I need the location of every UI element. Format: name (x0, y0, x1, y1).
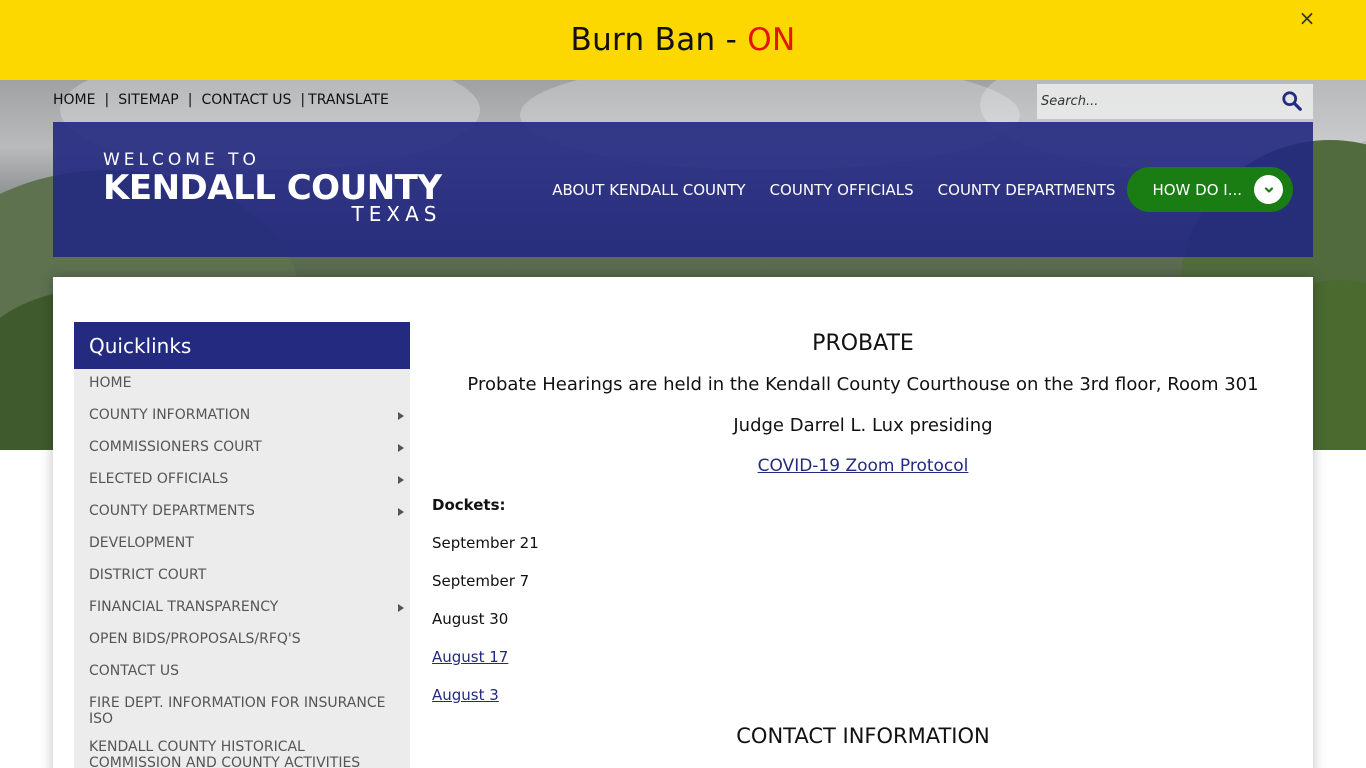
quicklinks-sidebar: Quicklinks HOME COUNTY INFORMATION COMMISS… (74, 322, 410, 768)
sidebar-item[interactable]: FIRE DEPT. INFORMATION FOR INSURANCE ISO (74, 689, 410, 733)
logo-welcome: WELCOME TO (103, 150, 260, 170)
expand-arrow-icon[interactable] (398, 604, 404, 612)
how-do-i-button[interactable]: HOW DO I... (1127, 167, 1293, 212)
sidebar-item-label: DEVELOPMENT (89, 535, 194, 551)
covid-zoom-protocol-link[interactable]: COVID-19 Zoom Protocol (432, 454, 1294, 478)
sidebar-item[interactable]: FINANCIAL TRANSPARENCY (74, 593, 410, 625)
docket-item: September 7 (432, 572, 530, 590)
main-nav: ABOUT KENDALL COUNTY COUNTY OFFICIALS CO… (528, 167, 1293, 212)
main-article: PROBATE Probate Hearings are held in the… (432, 328, 1294, 751)
dockets-label: Dockets: (432, 496, 506, 514)
sidebar-item-label: ELECTED OFFICIALS (89, 471, 229, 487)
contact-information-heading: CONTACT INFORMATION (736, 724, 990, 748)
nav-county-officials[interactable]: COUNTY OFFICIALS (770, 181, 914, 199)
search-icon[interactable] (1281, 90, 1303, 112)
sidebar-item[interactable]: COUNTY INFORMATION (74, 401, 410, 433)
util-nav-separator: | (187, 92, 193, 108)
sidebar-item[interactable]: HOME (74, 369, 410, 401)
docket-link[interactable]: August 3 (432, 683, 1294, 707)
sidebar-item-label: KENDALL COUNTY HISTORICAL COMMISSION AND… (89, 739, 361, 768)
sidebar-item-label: CONTACT US (89, 663, 179, 679)
sidebar-item-label: DISTRICT COURT (89, 567, 207, 583)
judge-text: Judge Darrel L. Lux presiding (733, 415, 993, 436)
expand-arrow-icon[interactable] (398, 444, 404, 452)
docket-item: August 30 (432, 610, 509, 628)
chevron-down-icon (1254, 175, 1283, 204)
search-box (1037, 84, 1313, 119)
util-nav-separator: | (300, 92, 306, 108)
util-nav-home[interactable]: HOME (53, 92, 95, 108)
sidebar-item[interactable]: OPEN BIDS/PROPOSALS/RFQ'S (74, 625, 410, 657)
quicklinks-list: HOME COUNTY INFORMATION COMMISSIONERS COUR… (74, 369, 410, 768)
util-nav-contact-us[interactable]: CONTACT US (201, 92, 291, 108)
sidebar-item-label: COUNTY INFORMATION (89, 407, 251, 423)
logo-county: KENDALL COUNTY (103, 168, 442, 208)
burn-ban-status: ON (747, 22, 796, 58)
sidebar-item[interactable]: CONTACT US (74, 657, 410, 689)
site-header: WELCOME TO KENDALL COUNTY TEXAS ABOUT KE… (53, 122, 1313, 257)
nav-about-kendall-county[interactable]: ABOUT KENDALL COUNTY (552, 181, 745, 199)
dockets-list: September 21 September 7 August 30 August 1… (432, 531, 1294, 707)
close-icon[interactable]: × (1298, 8, 1316, 28)
sidebar-item-label: COUNTY DEPARTMENTS (89, 503, 255, 519)
sidebar-item-label: COMMISSIONERS COURT (89, 439, 262, 455)
page-title: PROBATE (812, 331, 914, 356)
sidebar-item-label: OPEN BIDS/PROPOSALS/RFQ'S (89, 631, 301, 647)
docket-item: September 21 (432, 534, 539, 552)
docket-link[interactable]: August 17 (432, 645, 1294, 669)
sidebar-item[interactable]: COUNTY DEPARTMENTS (74, 497, 410, 529)
burn-ban-banner: Burn Ban - ON × (0, 0, 1366, 80)
util-nav-sitemap[interactable]: SITEMAP (118, 92, 179, 108)
search-input[interactable] (1037, 86, 1267, 117)
burn-ban-prefix: Burn Ban - (570, 22, 748, 58)
nav-county-departments[interactable]: COUNTY DEPARTMENTS (938, 181, 1116, 199)
how-do-i-label: HOW DO I... (1152, 180, 1242, 199)
sidebar-item[interactable]: DEVELOPMENT (74, 529, 410, 561)
burn-ban-text: Burn Ban - ON (571, 22, 796, 58)
quicklinks-title: Quicklinks (74, 322, 410, 369)
sidebar-item[interactable]: KENDALL COUNTY HISTORICAL COMMISSION AND… (74, 733, 410, 768)
util-nav-separator: | (104, 92, 110, 108)
expand-arrow-icon[interactable] (398, 508, 404, 516)
sidebar-item-label: FINANCIAL TRANSPARENCY (89, 599, 279, 615)
expand-arrow-icon[interactable] (398, 412, 404, 420)
sidebar-item[interactable]: COMMISSIONERS COURT (74, 433, 410, 465)
sidebar-item-label: FIRE DEPT. INFORMATION FOR INSURANCE ISO (89, 695, 386, 727)
sidebar-item[interactable]: DISTRICT COURT (74, 561, 410, 593)
util-nav-translate[interactable]: TRANSLATE (308, 92, 389, 108)
site-logo[interactable]: WELCOME TO KENDALL COUNTY TEXAS (103, 150, 442, 226)
expand-arrow-icon[interactable] (398, 476, 404, 484)
hearing-location-text: Probate Hearings are held in the Kendall… (467, 374, 1259, 395)
sidebar-item-label: HOME (89, 375, 132, 391)
utility-nav: HOME | SITEMAP | CONTACT US | TRANSLATE (53, 92, 389, 108)
sidebar-item[interactable]: ELECTED OFFICIALS (74, 465, 410, 497)
